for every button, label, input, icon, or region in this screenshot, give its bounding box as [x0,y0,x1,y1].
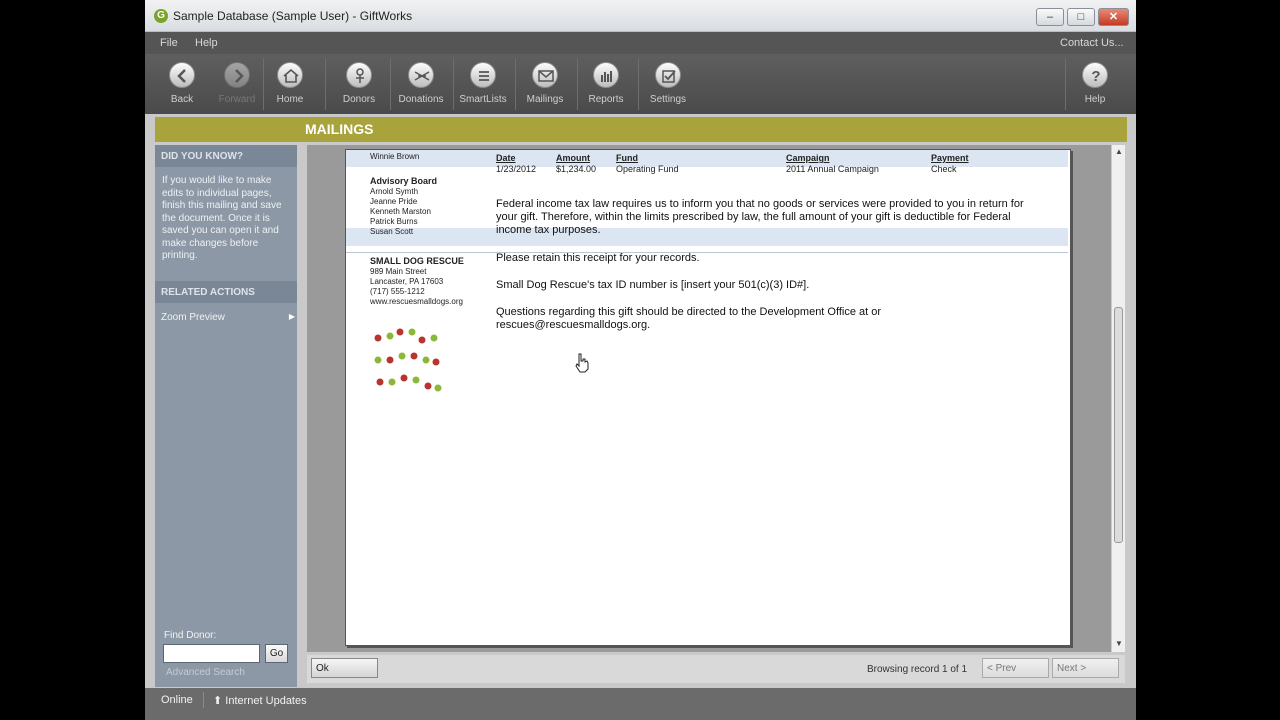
did-you-know-text: If you would like to make edits to indiv… [162,175,282,260]
reports-button[interactable]: Reports [576,62,636,112]
tax-law-paragraph: Federal income tax law requires us to in… [496,198,1024,236]
forward-button[interactable]: Forward [207,62,267,112]
col-amount-header: Amount [556,153,590,163]
advisory-board-title: Advisory Board [370,176,438,186]
next-button[interactable]: Next > [1052,658,1119,678]
window-title: Sample Database (Sample User) - GiftWork… [173,9,413,23]
gift-amount: $1,234.00 [556,164,597,174]
ribbon-gift-icon [408,62,434,88]
internet-updates-link[interactable]: ⬆ Internet Updates [213,694,307,707]
donor-person-icon [346,62,372,88]
envelope-icon [532,62,558,88]
find-donor-label: Find Donor: [164,630,217,641]
related-actions-header: RELATED ACTIONS [155,281,297,303]
online-status: Online [161,694,193,706]
menu-help[interactable]: Help [195,37,218,49]
hand-cursor-icon [575,353,589,373]
org-website: www.rescuesmalldogs.org [370,297,463,306]
internet-updates-label: Internet Updates [225,695,307,707]
mailing-preview-area: Winnie Brown Date Amount Fund Campaign P… [307,145,1125,652]
home-button[interactable]: Home [260,62,320,112]
ok-button[interactable]: Ok [311,658,378,678]
letter-page: Winnie Brown Date Amount Fund Campaign P… [345,149,1071,646]
chevron-right-icon: ▶ [288,312,295,321]
bar-chart-icon [593,62,619,88]
paw-print-icon [374,328,442,392]
question-mark-icon: ? [1082,62,1108,88]
col-payment-header: Payment [931,153,969,163]
board-member: Susan Scott [370,227,414,236]
zoom-preview-label: Zoom Preview [161,312,225,323]
forward-arrow-icon [224,62,250,88]
mailings-button[interactable]: Mailings [515,62,575,112]
paw-print-icon [374,328,440,390]
browsing-record-status: Browsing record 1 of 1 [867,664,968,675]
menu-bar: File Help Contact Us... [145,32,1136,54]
smartlists-button[interactable]: SmartLists [453,62,513,112]
col-campaign-header: Campaign [786,153,830,163]
record-navigation-bar: Ok Browsing record 1 of 1 < Prev Next > [307,655,1125,683]
maximize-button[interactable]: □ [1067,8,1095,26]
house-icon [277,62,303,88]
giftworks-logo-icon: G [154,9,168,23]
menu-file[interactable]: File [160,37,178,49]
back-arrow-icon [169,62,195,88]
app-window: G Sample Database (Sample User) - GiftWo… [145,0,1136,720]
svg-text:?: ? [1091,68,1100,85]
section-banner: MAILINGS [155,117,1127,142]
questions-paragraph: Questions regarding this gift should be … [496,306,882,331]
settings-button[interactable]: Settings [638,62,698,112]
close-button[interactable]: ✕ [1098,8,1129,26]
help-button[interactable]: ? Help [1065,62,1125,112]
sidebar: DID YOU KNOW? If you would like to make … [155,145,297,687]
zoom-preview-action[interactable]: Zoom Preview ▶ [155,309,297,327]
org-address-line: (717) 555-1212 [370,287,425,296]
minimize-button[interactable]: – [1036,8,1064,26]
gift-date: 1/23/2012 [496,164,537,174]
up-arrow-icon: ⬆ [213,695,223,707]
board-member: Jeanne Pride [370,197,418,206]
paw-prints-logo [374,328,442,392]
tax-id-paragraph: Small Dog Rescue's tax ID number is [ins… [496,279,810,291]
gift-campaign: 2011 Annual Campaign [786,164,879,174]
status-bar: Online ⬆ Internet Updates [145,688,1136,720]
checkbox-icon [655,62,681,88]
list-lines-icon [470,62,496,88]
find-donor-input[interactable] [163,644,260,663]
gift-payment: Check [931,164,957,174]
org-address-line: 989 Main Street [370,267,427,276]
board-member: Arnold Symth [370,187,419,196]
contact-us-link[interactable]: Contact Us... [1060,37,1124,49]
retain-receipt-paragraph: Please retain this receipt for your reco… [496,252,700,264]
gift-fund: Operating Fund [616,164,679,174]
scroll-down-arrow-icon[interactable]: ▼ [1115,639,1123,648]
back-button[interactable]: Back [152,62,212,112]
advanced-search-link[interactable]: Advanced Search [166,667,245,678]
preview-scrollbar[interactable]: ▲ ▼ [1111,145,1125,652]
title-bar: G Sample Database (Sample User) - GiftWo… [145,0,1136,32]
col-date-header: Date [496,153,516,163]
donations-button[interactable]: Donations [391,62,451,112]
org-name: SMALL DOG RESCUE [370,256,464,266]
scrollbar-thumb[interactable] [1114,307,1123,543]
col-fund-header: Fund [616,153,638,163]
donor-name: Winnie Brown [370,152,420,161]
did-you-know-header: DID YOU KNOW? [155,145,297,167]
toolbar: Back Forward Home Donors Donations Smart… [145,54,1136,114]
prev-button[interactable]: < Prev [982,658,1049,678]
donors-button[interactable]: Donors [329,62,389,112]
board-member: Patrick Burns [370,217,418,226]
org-address-line: Lancaster, PA 17603 [370,277,444,286]
go-button[interactable]: Go [265,644,288,663]
page-title: MAILINGS [305,121,374,137]
board-member: Kenneth Marston [370,207,431,216]
scroll-up-arrow-icon[interactable]: ▲ [1115,147,1123,156]
